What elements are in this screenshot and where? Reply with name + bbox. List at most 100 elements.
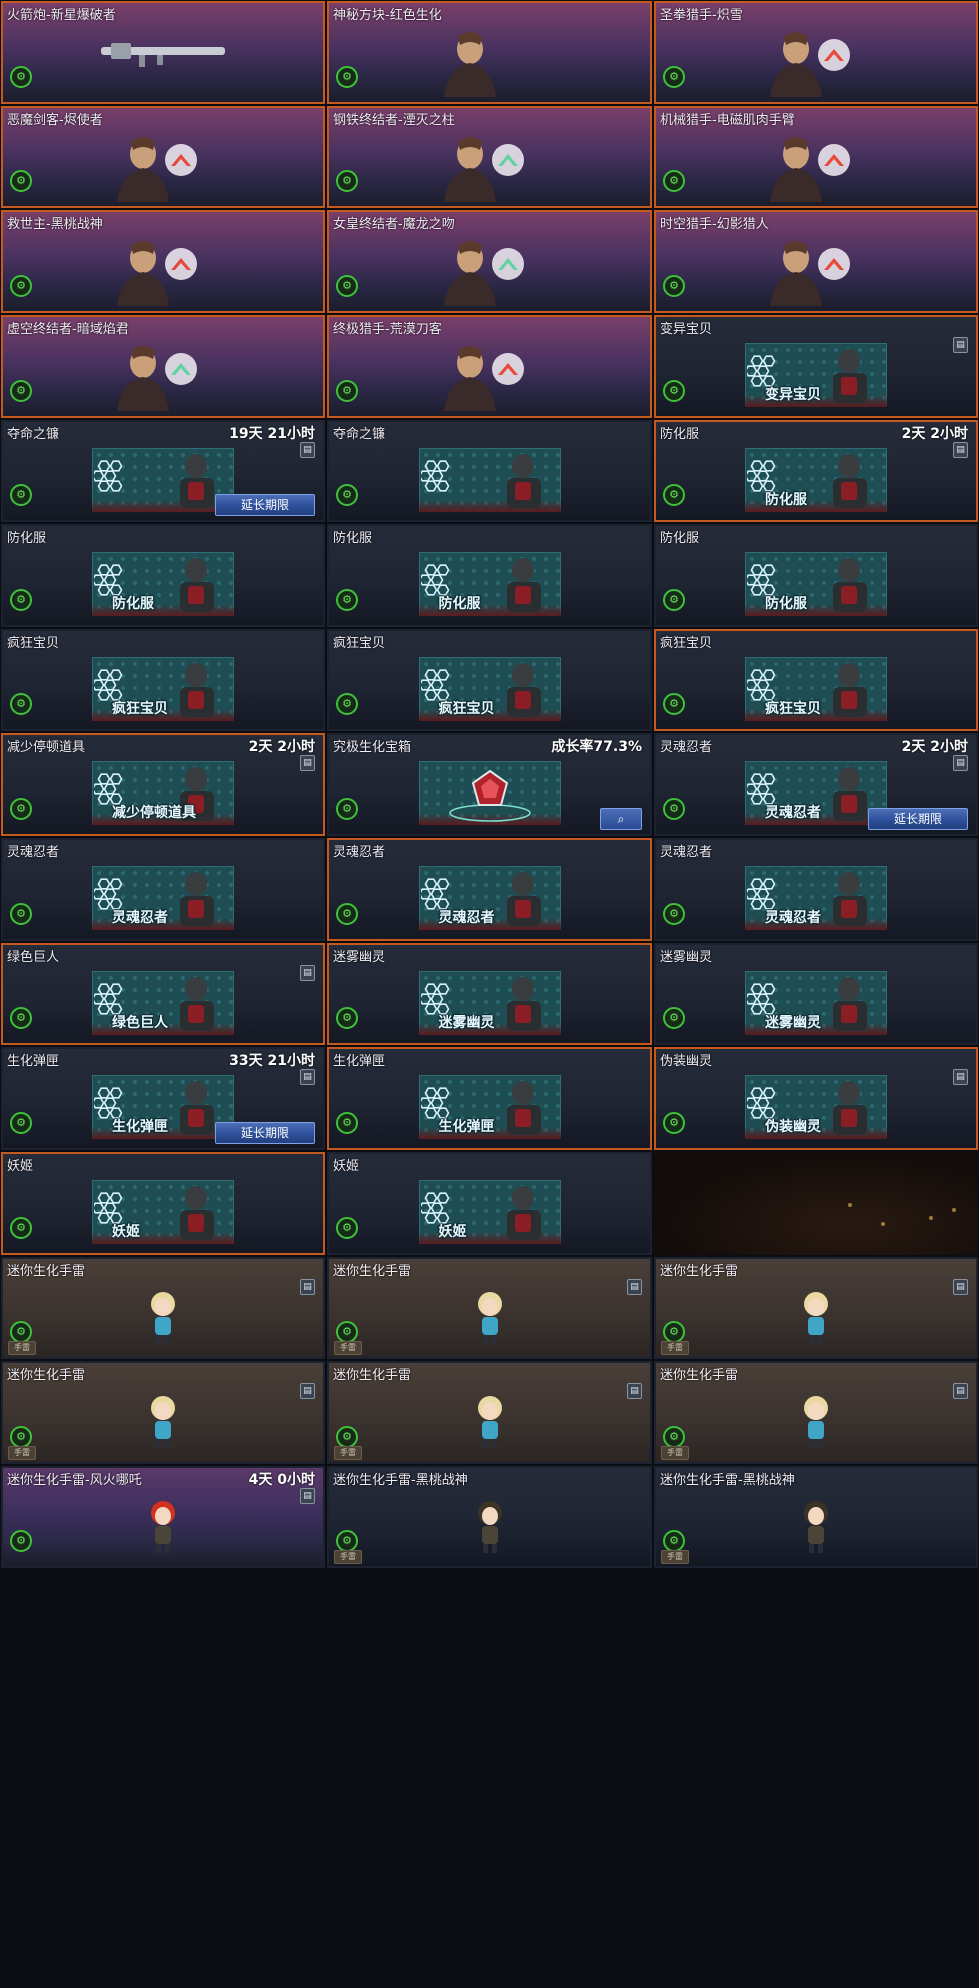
item-card[interactable]: 防化服 2天 2小时 ▤ 防化服 ⚙ [654, 419, 978, 523]
equip-icon[interactable]: ⚙ [663, 274, 685, 297]
item-card[interactable]: 灵魂忍者 灵魂忍者 ⚙ [654, 838, 978, 941]
equip-icon[interactable]: ⚙ [10, 1530, 32, 1553]
equip-icon[interactable]: ⚙ [10, 65, 32, 88]
equip-icon[interactable]: ⚙ [663, 902, 685, 925]
item-card[interactable]: 救世主-黑桃战神 ⚙ [1, 210, 325, 313]
item-card[interactable]: 生化弹匣 生化弹匣 ⚙ [327, 1047, 652, 1150]
trash-icon[interactable]: ▤ [627, 1278, 642, 1295]
equip-icon[interactable]: ⚙ [10, 274, 32, 297]
item-card[interactable]: 迷你生化手雷 ▤ ⚙ 手雷 [327, 1256, 652, 1360]
equip-icon[interactable]: ⚙ [663, 1111, 685, 1134]
item-card[interactable]: 火箭炮-新星爆破者 ⚙ [1, 1, 325, 104]
equip-icon[interactable]: ⚙ [336, 1111, 358, 1134]
equip-icon[interactable]: ⚙ [10, 170, 32, 193]
item-card[interactable]: 变异宝贝 ▤ 变异宝贝 ⚙ [654, 314, 978, 418]
equip-icon[interactable]: ⚙ [663, 1321, 685, 1344]
trash-icon[interactable]: ▤ [953, 1383, 968, 1400]
item-card[interactable]: 时空猎手-幻影猎人 ⚙ [654, 210, 978, 313]
item-card[interactable]: 究极生化宝箱 成长率77.3% ⚙ ⌕ [327, 733, 652, 836]
trash-icon[interactable]: ▤ [953, 1069, 968, 1086]
equip-icon[interactable]: ⚙ [10, 1425, 32, 1448]
trash-icon[interactable]: ▤ [300, 441, 315, 458]
equip-icon[interactable]: ⚙ [336, 379, 358, 402]
equip-icon[interactable]: ⚙ [10, 379, 32, 402]
item-card[interactable]: 夺命之镰 19天 21小时 ▤ ⚙ 延长期限 [1, 419, 325, 523]
equip-icon[interactable]: ⚙ [336, 274, 358, 297]
item-card[interactable]: 迷你生化手雷-黑桃战神 ⚙ 手雷 [654, 1465, 978, 1569]
equip-icon[interactable]: ⚙ [663, 170, 685, 193]
item-card[interactable]: 迷雾幽灵 迷雾幽灵 ⚙ [654, 942, 978, 1046]
equip-icon[interactable]: ⚙ [336, 902, 358, 925]
item-card[interactable]: 疯狂宝贝 疯狂宝贝 ⚙ [1, 628, 325, 732]
equip-icon[interactable]: ⚙ [336, 484, 358, 507]
item-card[interactable]: 女皇终结者-魔龙之吻 ⚙ [327, 210, 652, 313]
item-card[interactable]: 灵魂忍者 灵魂忍者 ⚙ [1, 838, 325, 941]
equip-icon[interactable]: ⚙ [663, 1530, 685, 1553]
item-card[interactable]: 虚空终结者-暗域焰君 ⚙ [1, 314, 325, 418]
equip-icon[interactable]: ⚙ [10, 588, 32, 611]
item-card[interactable]: 终极猎手-荒漠刀客 ⚙ [327, 314, 652, 418]
item-card[interactable]: 妖姬 妖姬 ⚙ [1, 1151, 325, 1255]
item-card[interactable]: 灵魂忍者 2天 2小时 ▤ 灵魂忍者 ⚙ 延长期限 [654, 733, 978, 836]
equip-icon[interactable]: ⚙ [336, 1425, 358, 1448]
item-card[interactable]: 迷雾幽灵 迷雾幽灵 ⚙ [327, 942, 652, 1046]
equip-icon[interactable]: ⚙ [663, 484, 685, 507]
equip-icon[interactable]: ⚙ [10, 902, 32, 925]
item-card[interactable]: 妖姬 妖姬 ⚙ [327, 1151, 652, 1255]
equip-icon[interactable]: ⚙ [336, 1007, 358, 1030]
item-card[interactable]: 防化服 防化服 ⚙ [654, 524, 978, 627]
trash-icon[interactable]: ▤ [300, 1069, 315, 1086]
item-card[interactable]: 迷你生化手雷 ▤ ⚙ 手雷 [654, 1361, 978, 1464]
trash-icon[interactable]: ▤ [953, 441, 968, 458]
equip-icon[interactable]: ⚙ [10, 693, 32, 716]
trash-icon[interactable]: ▤ [300, 1278, 315, 1295]
equip-icon[interactable]: ⚙ [663, 1425, 685, 1448]
equip-icon[interactable]: ⚙ [10, 798, 32, 820]
item-card[interactable]: 迷你生化手雷 ▤ ⚙ 手雷 [1, 1256, 325, 1360]
trash-icon[interactable]: ▤ [300, 964, 315, 981]
equip-icon[interactable]: ⚙ [336, 588, 358, 611]
extend-button[interactable]: 延长期限 [868, 808, 968, 830]
equip-icon[interactable]: ⚙ [336, 798, 358, 820]
item-card[interactable]: 疯狂宝贝 疯狂宝贝 ⚙ [327, 628, 652, 732]
equip-icon[interactable]: ⚙ [336, 693, 358, 716]
equip-icon[interactable]: ⚙ [336, 1530, 358, 1553]
item-card[interactable]: 绿色巨人 ▤ 绿色巨人 ⚙ [1, 942, 325, 1046]
trash-icon[interactable]: ▤ [300, 1487, 315, 1504]
item-card[interactable]: 防化服 防化服 ⚙ [327, 524, 652, 627]
equip-icon[interactable]: ⚙ [663, 798, 685, 820]
item-card[interactable]: 机械猎手-电磁肌肉手臂 ⚙ [654, 105, 978, 209]
item-card[interactable]: 灵魂忍者 灵魂忍者 ⚙ [327, 838, 652, 941]
item-card[interactable]: 钢铁终结者-湮灭之柱 ⚙ [327, 105, 652, 209]
item-card[interactable]: 圣拳猎手-炽雪 ⚙ [654, 1, 978, 104]
trash-icon[interactable]: ▤ [953, 336, 968, 353]
equip-icon[interactable]: ⚙ [663, 65, 685, 88]
item-card[interactable]: 伪装幽灵 ▤ 伪装幽灵 ⚙ [654, 1047, 978, 1150]
item-card[interactable]: 迷你生化手雷 ▤ ⚙ 手雷 [327, 1361, 652, 1464]
equip-icon[interactable]: ⚙ [336, 1321, 358, 1344]
item-card[interactable]: 迷你生化手雷-黑桃战神 ⚙ 手雷 [327, 1465, 652, 1569]
extend-button[interactable]: 延长期限 [215, 494, 315, 517]
item-card[interactable]: 防化服 防化服 ⚙ [1, 524, 325, 627]
equip-icon[interactable]: ⚙ [10, 1007, 32, 1030]
item-card[interactable]: 神秘方块-红色生化 ⚙ [327, 1, 652, 104]
trash-icon[interactable]: ▤ [953, 755, 968, 772]
item-card[interactable]: 迷你生化手雷 ▤ ⚙ 手雷 [654, 1256, 978, 1360]
equip-icon[interactable]: ⚙ [663, 1007, 685, 1030]
equip-icon[interactable]: ⚙ [10, 1216, 32, 1239]
item-card[interactable]: 减少停顿道具 2天 2小时 ▤ 减少停顿道具 ⚙ [1, 733, 325, 836]
trash-icon[interactable]: ▤ [953, 1278, 968, 1295]
equip-icon[interactable]: ⚙ [10, 1111, 32, 1134]
equip-icon[interactable]: ⚙ [336, 1216, 358, 1239]
item-card[interactable]: 夺命之镰 ⚙ [327, 419, 652, 523]
equip-icon[interactable]: ⚙ [336, 65, 358, 88]
equip-icon[interactable]: ⚙ [663, 693, 685, 716]
equip-icon[interactable]: ⚙ [663, 588, 685, 611]
item-card[interactable]: 迷你生化手雷 ▤ ⚙ 手雷 [1, 1361, 325, 1464]
equip-icon[interactable]: ⚙ [663, 379, 685, 402]
trash-icon[interactable]: ▤ [627, 1383, 642, 1400]
trash-icon[interactable]: ▤ [300, 755, 315, 772]
item-card[interactable]: 恶魔剑客-烬使者 ⚙ [1, 105, 325, 209]
equip-icon[interactable]: ⚙ [10, 484, 32, 507]
trash-icon[interactable]: ▤ [300, 1383, 315, 1400]
